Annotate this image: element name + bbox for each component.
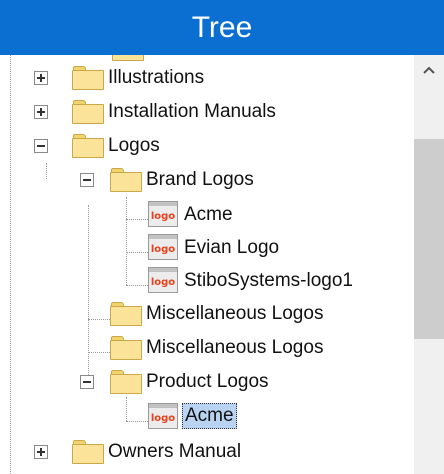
tree-item-label[interactable]: Miscellaneous Logos	[144, 301, 325, 327]
tree-item-label[interactable]: Logos	[106, 133, 162, 159]
tree-item-label[interactable]: Installation Manuals	[106, 99, 278, 125]
tree-item-illustrations[interactable]: Illustrations	[0, 61, 414, 95]
collapse-toggle-icon[interactable]	[80, 375, 94, 389]
folder-icon	[72, 134, 104, 158]
expand-toggle-icon[interactable]	[34, 445, 48, 459]
header-title: Tree	[191, 11, 253, 44]
expand-toggle-icon[interactable]	[34, 105, 48, 119]
vertical-scrollbar[interactable]	[414, 55, 444, 474]
tree-panel-header: Tree	[0, 0, 444, 55]
collapse-toggle-icon[interactable]	[34, 139, 48, 153]
logo-asset-icon: logo	[148, 234, 178, 260]
tree-item-label[interactable]: Miscellaneous Logos	[144, 335, 325, 361]
tree-item-product-logos[interactable]: Product Logos	[0, 365, 414, 399]
chevron-up-icon	[423, 66, 435, 74]
tree-item-miscellaneous-logos[interactable]: Miscellaneous Logos	[0, 297, 414, 331]
folder-icon	[72, 440, 104, 464]
folder-icon	[110, 168, 142, 192]
tree-item-brand-logos[interactable]: Brand Logos	[0, 163, 414, 197]
scrollbar-thumb[interactable]	[414, 139, 444, 339]
folder-icon	[110, 302, 142, 326]
tree-item-label[interactable]: Evian Logo	[182, 235, 281, 261]
expand-toggle-icon[interactable]	[34, 71, 48, 85]
tree-item-label[interactable]: Brand Logos	[144, 167, 256, 193]
logo-asset-icon: logo	[148, 201, 178, 227]
tree-item-label[interactable]: Owners Manual	[106, 439, 243, 465]
tree-item-acme[interactable]: logo Acme	[0, 197, 414, 231]
tree-item-logos[interactable]: Logos	[0, 129, 414, 163]
tree-item-label[interactable]: Acme	[182, 202, 235, 228]
tree-item-miscellaneous-logos[interactable]: Miscellaneous Logos	[0, 331, 414, 365]
tree-item-label[interactable]: Acme	[182, 403, 237, 429]
collapse-toggle-icon[interactable]	[80, 173, 94, 187]
tree-view[interactable]: Illustrations Installation Manuals Logos…	[0, 55, 414, 474]
tree-item-evian-logo[interactable]: logo Evian Logo	[0, 230, 414, 264]
logo-asset-icon: logo	[148, 267, 178, 293]
tree-item-label[interactable]: Illustrations	[106, 65, 206, 91]
folder-icon	[72, 66, 104, 90]
folder-icon	[110, 336, 142, 360]
tree-item-label[interactable]: StiboSystems-logo1	[182, 268, 355, 294]
tree-item-installation-manuals[interactable]: Installation Manuals	[0, 95, 414, 129]
folder-icon	[72, 100, 104, 124]
tree-item-owners-manual[interactable]: Owners Manual	[0, 435, 414, 469]
logo-asset-icon: logo	[148, 403, 178, 429]
tree-item-acme-selected[interactable]: logo Acme	[0, 399, 414, 433]
tree-item-stibosystems-logo1[interactable]: logo StiboSystems-logo1	[0, 263, 414, 297]
tree-item-label[interactable]: Product Logos	[144, 369, 271, 395]
scroll-up-button[interactable]	[414, 55, 444, 89]
folder-icon	[110, 370, 142, 394]
